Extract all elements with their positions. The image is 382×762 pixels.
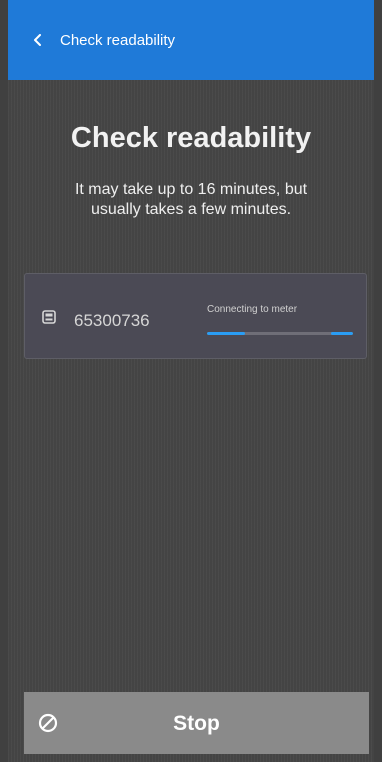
progress-indicator-segment [207,332,245,335]
stop-button[interactable]: Stop [24,692,369,754]
screen: Check readability Check readability It m… [8,0,374,762]
chevron-left-icon [34,34,41,46]
subtitle-line-2: usually takes a few minutes. [90,201,292,218]
app-bar: Check readability [8,0,374,80]
app-bar-title: Check readability [60,31,176,49]
meter-number: 65300736 [74,311,150,330]
connection-status: Connecting to meter [207,304,298,315]
progress-indicator-segment [331,332,353,335]
stop-button-label: Stop [173,712,220,735]
meter-icon [42,310,56,324]
page-subtitle: It may take up to 16 minutes, but usuall… [8,180,374,220]
subtitle-line-1: It may take up to 16 minutes, but [74,181,308,198]
meter-card[interactable]: 65300736 Connecting to meter [24,273,367,359]
progress-bar [207,332,353,335]
page-title: Check readability [70,122,312,154]
back-button[interactable] [20,18,56,62]
